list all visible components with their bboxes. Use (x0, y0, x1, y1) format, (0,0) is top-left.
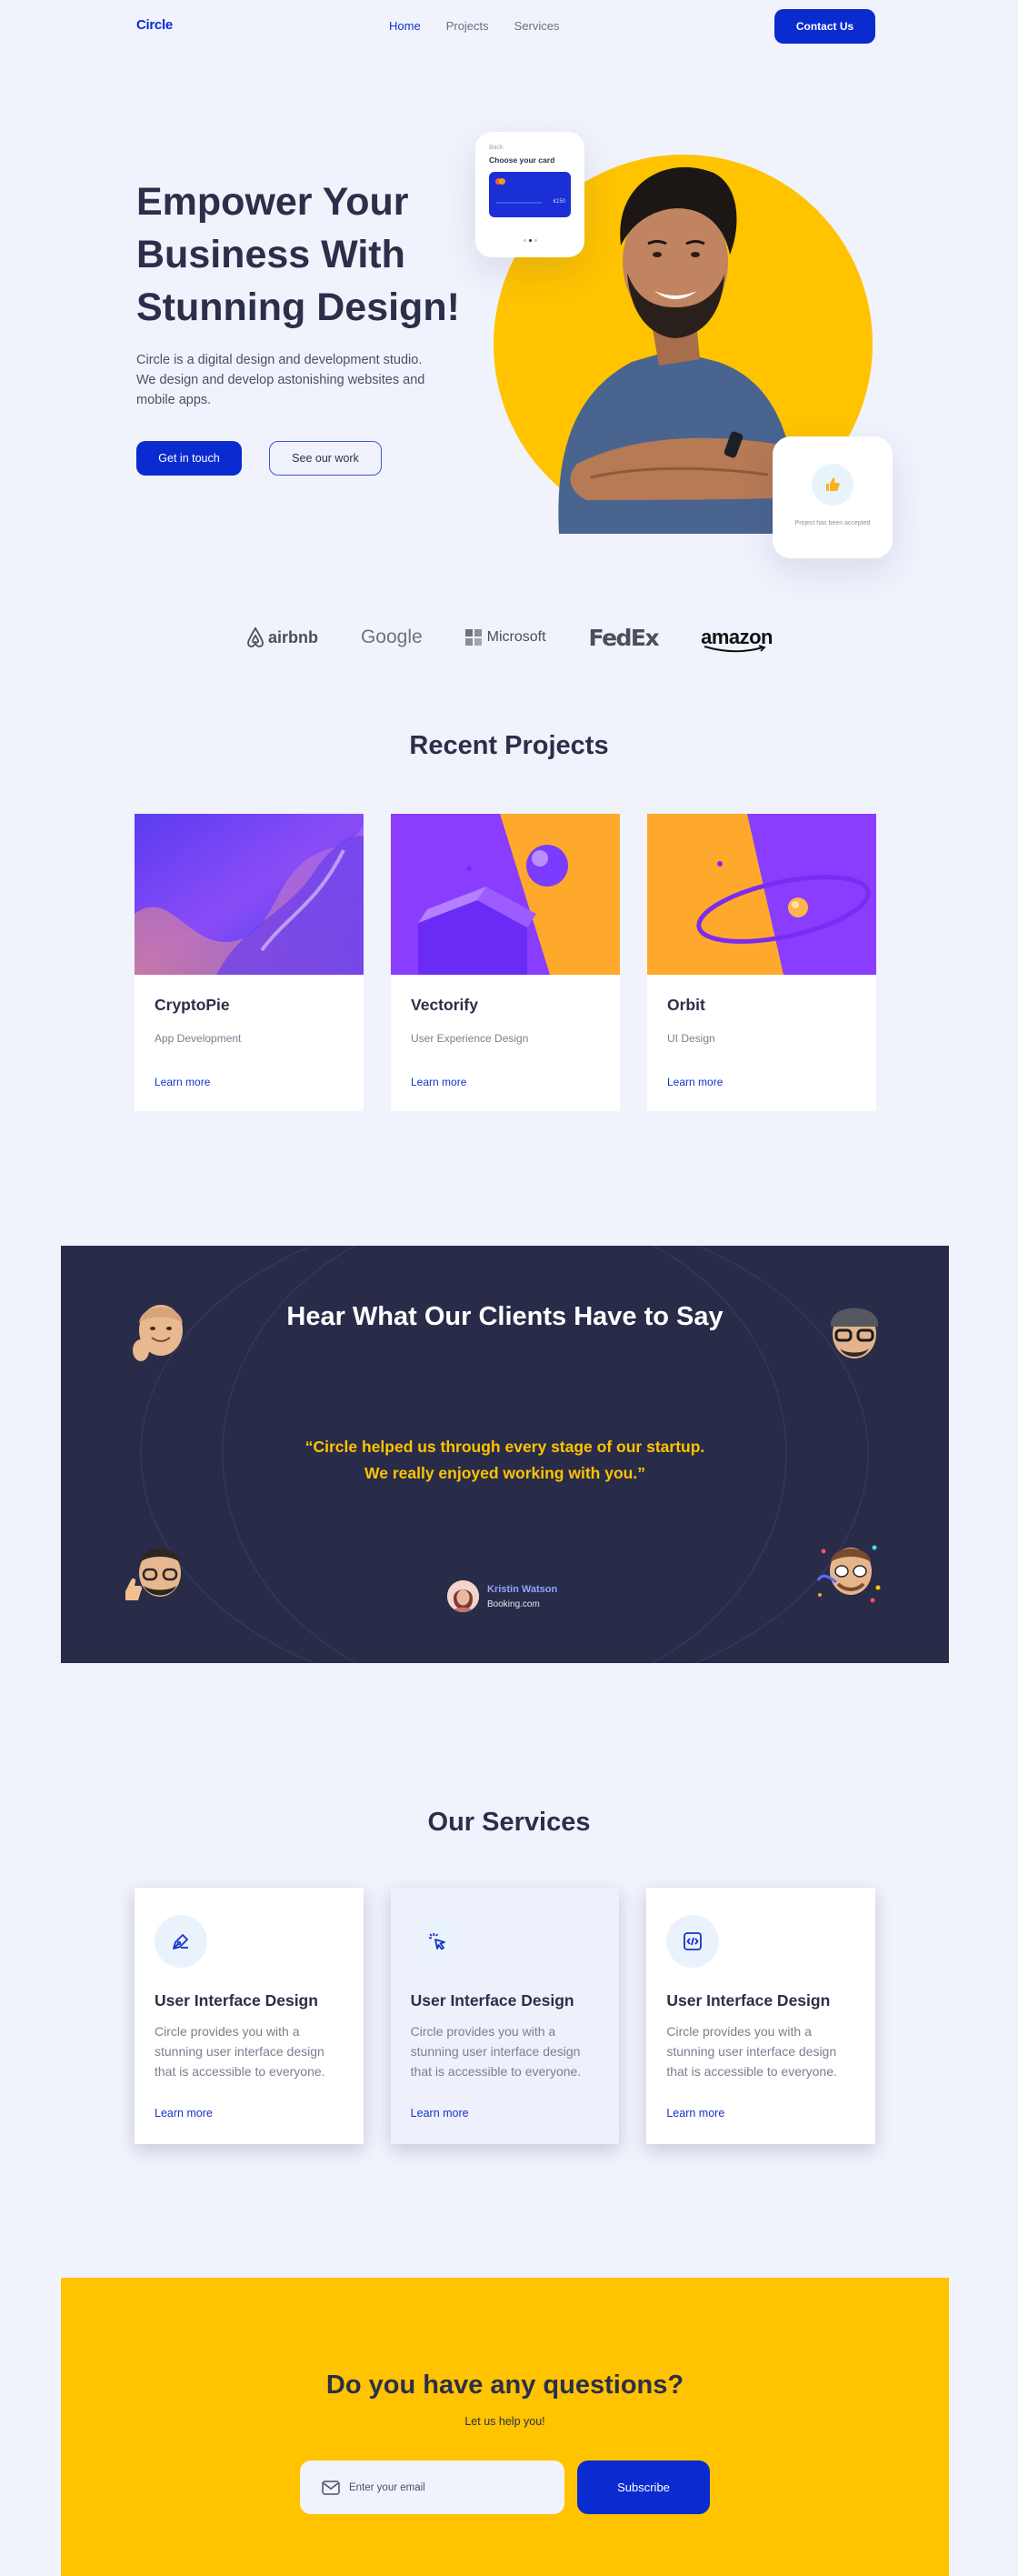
learn-more-link[interactable]: Learn more (667, 1076, 723, 1088)
learn-more-link[interactable]: Learn more (155, 2107, 213, 2120)
learn-more-link[interactable]: Learn more (411, 2107, 469, 2120)
project-card-orbit[interactable]: Orbit UI Design Learn more (647, 814, 876, 1111)
project-category: UI Design (667, 1032, 715, 1045)
email-input[interactable] (349, 2481, 531, 2493)
project-title: Vectorify (411, 996, 478, 1014)
airbnb-logo: airbnb (245, 626, 318, 648)
memoji-avatar (816, 1545, 881, 1603)
see-our-work-button[interactable]: See our work (269, 441, 382, 476)
memoji-avatar (831, 1308, 878, 1358)
service-card[interactable]: User Interface Design Circle provides yo… (135, 1888, 364, 2144)
service-description: Circle provides you with a stunning user… (666, 2024, 837, 2079)
mail-icon (322, 2480, 340, 2495)
memoji-avatar (133, 1305, 183, 1361)
google-wordmark: Google (360, 626, 423, 647)
project-thumbnail (135, 814, 364, 975)
author-name: Kristin Watson (487, 1583, 558, 1595)
card-amount: €150 (553, 199, 565, 205)
brand-logos-row: airbnb Google Microsoft FedEx amazon (245, 621, 773, 654)
project-title: Orbit (667, 996, 705, 1014)
project-thumbnail (647, 814, 876, 975)
service-card[interactable]: User Interface Design Circle provides yo… (646, 1888, 876, 2144)
code-icon (666, 1915, 720, 1968)
quote-line: We really enjoyed working with you.” (364, 1464, 645, 1482)
card-widget-title: Choose your card (489, 155, 555, 165)
service-title: User Interface Design (410, 1991, 574, 2010)
projects-section-title: Recent Projects (409, 731, 609, 760)
testimonial-author: Kristin Watson Booking.com (447, 1580, 557, 1612)
pen-tool-icon (155, 1915, 207, 1968)
author-avatar (447, 1580, 479, 1612)
hero-title: Empower Your Business With Stunning Desi… (136, 180, 460, 329)
google-logo: Google (361, 626, 423, 648)
services-grid: User Interface Design Circle provides yo… (135, 1888, 876, 2144)
thumbs-up-icon (812, 464, 853, 506)
get-in-touch-button[interactable]: Get in touch (136, 441, 242, 476)
contact-us-button[interactable]: Contact Us (774, 9, 875, 44)
service-title: User Interface Design (155, 1991, 318, 2010)
project-title: CryptoPie (155, 996, 230, 1014)
service-title: User Interface Design (666, 1991, 831, 2010)
project-card-cryptopie[interactable]: CryptoPie App Development Learn more (135, 814, 364, 1111)
cta-subtitle: Let us help you! (464, 2415, 545, 2428)
learn-more-link[interactable]: Learn more (411, 1076, 466, 1088)
microsoft-wordmark: Microsoft (486, 629, 546, 645)
project-card-vectorify[interactable]: Vectorify User Experience Design Learn m… (391, 814, 620, 1111)
project-category: User Experience Design (411, 1032, 529, 1045)
projects-grid: CryptoPie App Development Learn more Vec… (135, 814, 876, 1111)
card-selector-widget: Back Choose your card €150 (475, 132, 584, 257)
newsletter-cta-section: Do you have any questions? Let us help y… (61, 2278, 949, 2576)
nav-link-home[interactable]: Home (389, 19, 421, 33)
learn-more-link[interactable]: Learn more (155, 1076, 210, 1088)
accepted-text: Project has been accepted (794, 520, 871, 526)
cta-title: Do you have any questions? (325, 2371, 684, 2400)
hero-description: Circle is a digital design and developme… (136, 353, 425, 407)
memoji-avatar (125, 1549, 181, 1600)
email-field[interactable] (300, 2461, 564, 2514)
quote-line: “Circle helped us through every stage of… (304, 1438, 705, 1456)
service-card[interactable]: User Interface Design Circle provides yo… (390, 1888, 620, 2144)
cursor-click-icon (410, 1915, 464, 1968)
amazon-logo: amazon (701, 626, 773, 653)
testimonial-quote: “Circle helped us through every stage of… (61, 1434, 949, 1487)
service-description: Circle provides you with a stunning user… (155, 2024, 325, 2079)
project-thumbnail (391, 814, 620, 975)
microsoft-logo: Microsoft (464, 629, 546, 646)
learn-more-link[interactable]: Learn more (666, 2107, 724, 2120)
services-section-title: Our Services (427, 1808, 591, 1837)
fedex-wordmark: FedEx (588, 624, 660, 651)
logo[interactable]: Circle (136, 17, 173, 33)
testimonials-section: Hear What Our Clients Have to Say “Circl… (61, 1246, 949, 1663)
card-widget-back-label[interactable]: Back (489, 145, 571, 151)
airbnb-wordmark: airbnb (268, 627, 319, 647)
subscribe-button[interactable]: Subscribe (577, 2461, 710, 2514)
main-nav: Home Projects Services (389, 19, 560, 33)
service-description: Circle provides you with a stunning user… (410, 2024, 582, 2079)
carousel-dots (475, 239, 584, 242)
project-accepted-widget: Project has been accepted (773, 436, 893, 558)
nav-link-projects[interactable]: Projects (446, 19, 489, 33)
fedex-logo: FedEx (588, 624, 660, 651)
project-category: App Development (155, 1032, 242, 1045)
author-company: Booking.com (487, 1599, 540, 1609)
nav-link-services[interactable]: Services (514, 19, 560, 33)
credit-card-icon: €150 (489, 172, 571, 217)
